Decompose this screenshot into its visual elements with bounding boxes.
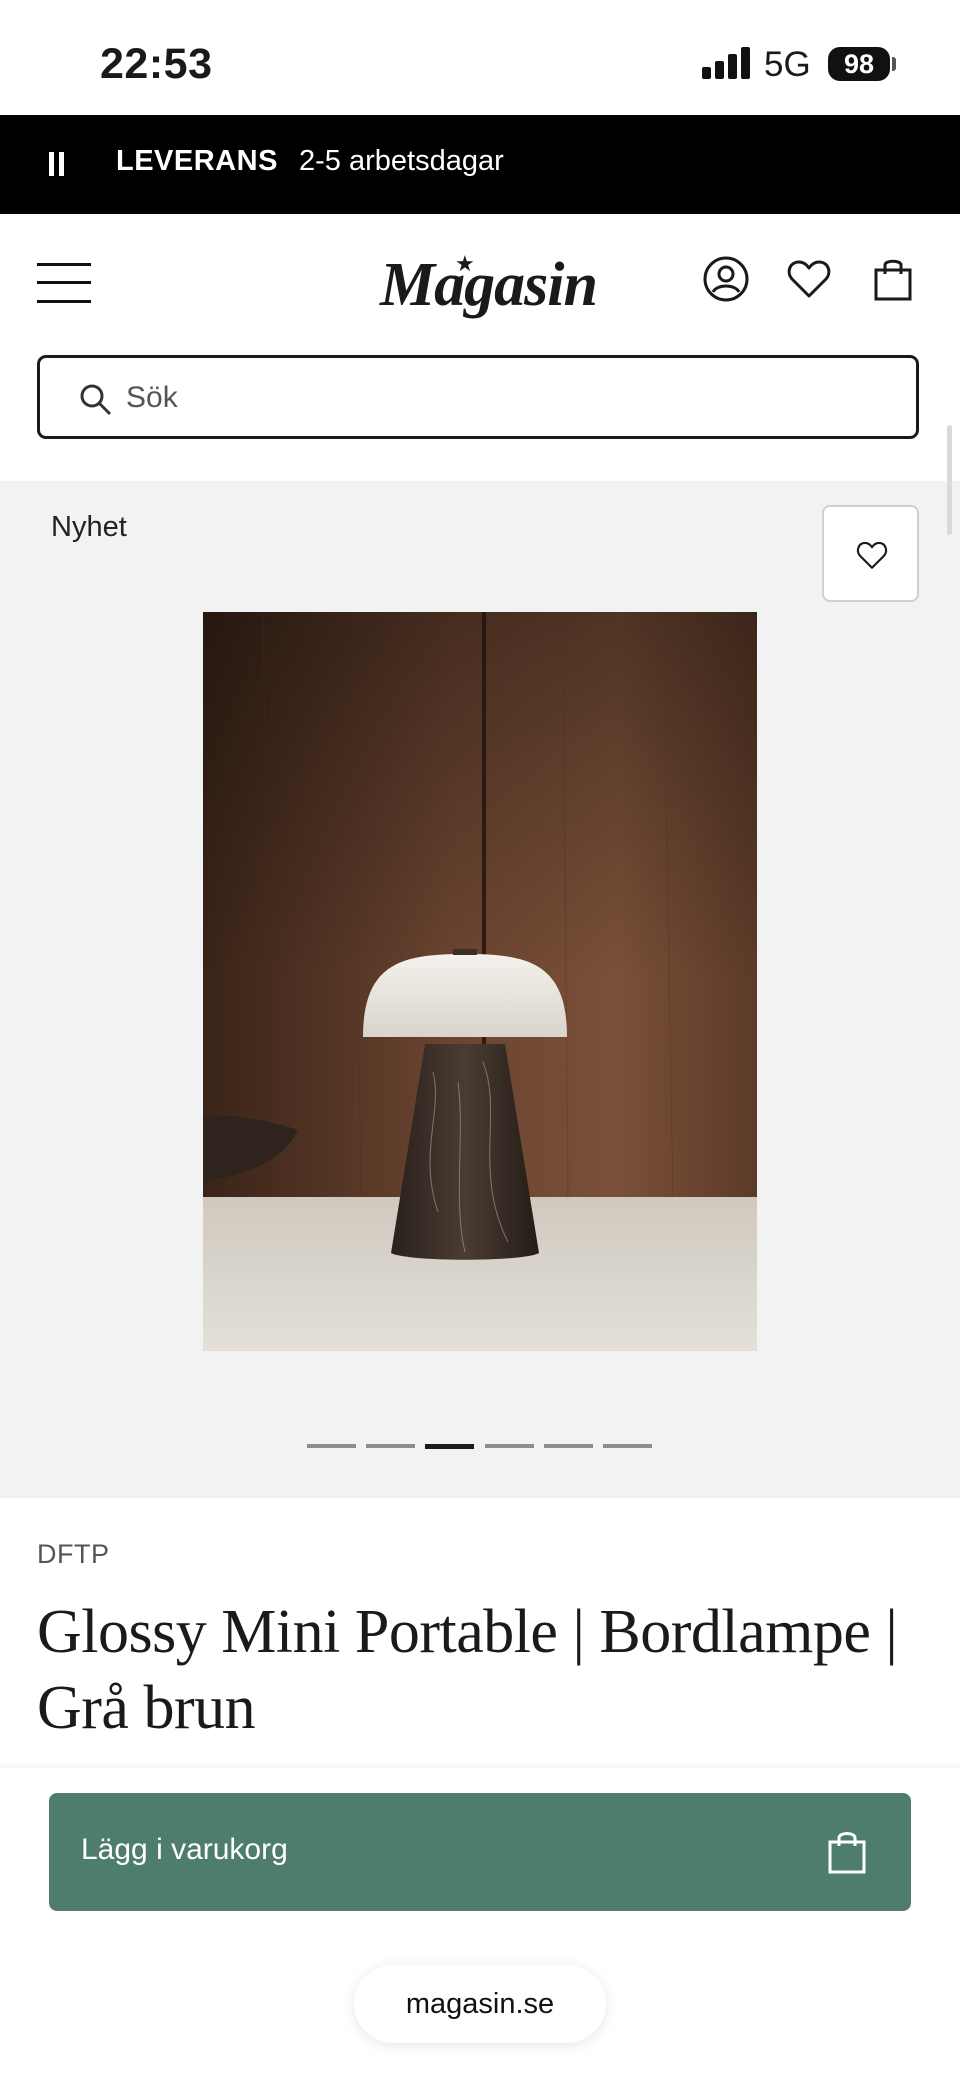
carousel-dot[interactable]: [603, 1444, 652, 1448]
cart-bar: Lägg i varukorg magasin.se: [0, 1768, 960, 2078]
add-to-cart-button[interactable]: Lägg i varukorg: [49, 1793, 911, 1911]
status-time: 22:53: [100, 40, 213, 88]
product-image: [203, 612, 757, 1351]
menu-icon[interactable]: [37, 263, 91, 303]
logo-star-icon: ★: [455, 251, 475, 276]
search-icon: [80, 384, 112, 416]
cart-icon[interactable]: [869, 255, 917, 303]
scrollbar[interactable]: [947, 425, 952, 535]
pause-icon[interactable]: [49, 152, 65, 178]
delivery-banner: LEVERANS 2-5 arbetsdagar: [0, 115, 960, 214]
add-to-cart-label: Lägg i varukorg: [81, 1833, 288, 1866]
account-icon[interactable]: [702, 255, 750, 303]
banner-value: 2-5 arbetsdagar: [299, 145, 504, 177]
product-info: DFTP Glossy Mini Portable | Bordlampe | …: [0, 1498, 960, 1768]
shopping-bag-icon: [828, 1832, 866, 1874]
new-badge: Nyhet: [51, 511, 127, 543]
banner-label: LEVERANS: [116, 145, 278, 177]
search-input[interactable]: [124, 372, 888, 424]
heart-icon: [856, 541, 888, 569]
battery-tip: [892, 57, 896, 71]
carousel-dot[interactable]: [366, 1444, 415, 1448]
carousel-dots: [307, 1444, 653, 1450]
carousel-dot[interactable]: [485, 1444, 534, 1448]
favorite-button[interactable]: [822, 505, 919, 602]
carousel-dot-active[interactable]: [425, 1444, 474, 1449]
site-header: Magasin ★: [0, 214, 960, 481]
browser-url-pill[interactable]: magasin.se: [354, 1965, 606, 2043]
product-brand[interactable]: DFTP: [37, 1539, 110, 1570]
carousel-dot[interactable]: [544, 1444, 593, 1448]
wishlist-icon[interactable]: [785, 255, 833, 303]
status-bar: 22:53 5G 98: [0, 0, 960, 115]
product-title: Glossy Mini Portable | Bordlampe | Grå b…: [37, 1598, 898, 1742]
site-logo[interactable]: Magasin: [380, 250, 598, 321]
network-type: 5G: [764, 45, 811, 84]
signal-icon: [702, 47, 752, 79]
battery-icon: 98: [828, 47, 890, 81]
search-box[interactable]: [37, 355, 919, 439]
product-gallery[interactable]: Nyhet: [0, 481, 960, 1498]
carousel-dot[interactable]: [307, 1444, 356, 1448]
